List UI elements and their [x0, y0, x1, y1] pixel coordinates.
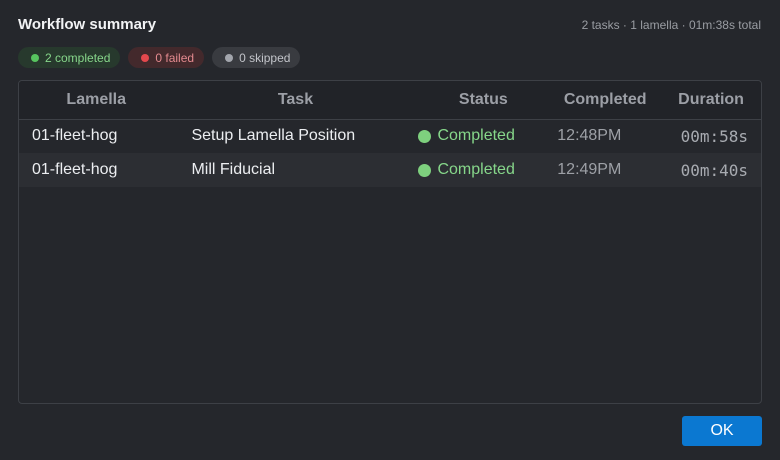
task-table: Lamella Task Status Completed Duration 0… [19, 81, 761, 187]
cell-lamella: 01-fleet-hog [32, 161, 118, 178]
cell-lamella: 01-fleet-hog [32, 127, 118, 145]
cell-completed: 12:48PM [557, 127, 622, 145]
completed-count-badge: 2 completed [18, 47, 121, 68]
task-table-container[interactable]: Lamella Task Status Completed Duration 0… [18, 80, 762, 404]
header-status[interactable]: Status [417, 81, 549, 119]
cell-completed: 12:49PM [557, 161, 622, 178]
dialog-title: Workflow summary [18, 16, 157, 33]
skipped-count-label: 0 skipped [239, 50, 291, 65]
header-duration[interactable]: Duration [661, 81, 761, 119]
gray-dot-icon [225, 53, 234, 62]
header-task[interactable]: Task [173, 81, 417, 119]
cell-duration: 00m:40s [680, 160, 748, 180]
ok-button[interactable]: OK [682, 416, 762, 446]
workflow-summary-dialog: Workflow summary 2 tasks · 1 lamella · 0… [0, 0, 780, 460]
green-dot-icon [418, 129, 432, 143]
cell-duration: 00m:58s [680, 126, 748, 146]
green-dot-icon [418, 163, 432, 177]
status-badges: 2 completed 0 failed 0 skipped [18, 47, 301, 68]
cell-task: Mill Fiducial [191, 161, 276, 178]
cell-status: Completed [417, 119, 549, 153]
cell-status: Completed [417, 153, 549, 187]
red-dot-icon [141, 53, 150, 62]
header-completed[interactable]: Completed [549, 81, 661, 119]
failed-count-label: 0 failed [155, 50, 195, 65]
completed-count-label: 2 completed [45, 50, 111, 65]
failed-count-badge: 0 failed [128, 47, 205, 68]
green-dot-icon [31, 53, 39, 62]
table-header-row: Lamella Task Status Completed Duration [19, 81, 761, 119]
cell-task: Setup Lamella Position [191, 127, 356, 145]
header-lamella[interactable]: Lamella [19, 81, 173, 119]
status-label: Completed [437, 127, 515, 145]
skipped-count-badge: 0 skipped [212, 47, 301, 68]
table-row[interactable]: 01-fleet-hog Mill Fiducial Completed 12:… [19, 153, 761, 187]
summary-text: 2 tasks · 1 lamella · 01m:38s total [581, 18, 761, 32]
table-row[interactable]: 01-fleet-hog Setup Lamella Position Comp… [19, 119, 761, 153]
status-label: Completed [437, 161, 515, 178]
